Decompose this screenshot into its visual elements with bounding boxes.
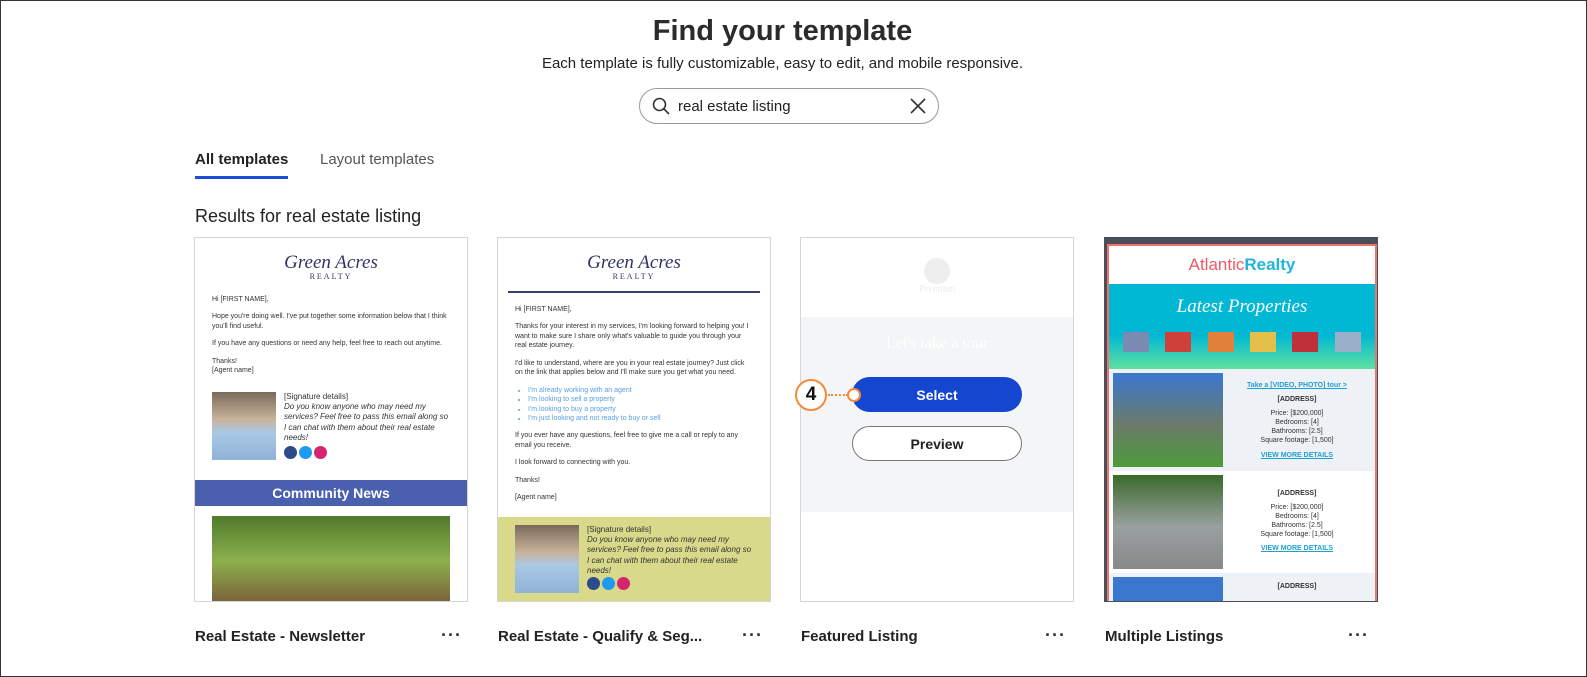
page-title: Find your template	[652, 15, 913, 47]
community-news-banner: Community News	[195, 479, 467, 506]
clear-search-icon[interactable]	[910, 98, 926, 114]
template-card-newsletter[interactable]: Green Acres REALTY Hi [FIRST NAME], Hope …	[194, 237, 468, 602]
body-text: If you ever have any questions, feel fre…	[515, 432, 738, 449]
ellipsis-icon[interactable]: ···	[1045, 625, 1066, 646]
results-heading: Results for real estate listing	[195, 206, 422, 226]
listing-row: [ADDRESS] Price: [$200,000] Bedrooms: [4]…	[1109, 471, 1375, 573]
body-text: Hope you're doing well. I've put togethe…	[212, 313, 447, 330]
search-box[interactable]	[639, 88, 939, 124]
sig-title: [Signature details]	[587, 524, 652, 534]
signature-section: [Signature details] Do you know anyone wh…	[498, 516, 770, 601]
signature: [Signature details] Do you know anyone wh…	[212, 391, 450, 462]
address: [ADDRESS]	[1277, 490, 1317, 497]
greeting: Hi [FIRST NAME],	[515, 306, 572, 313]
link-item[interactable]: I'm looking to buy a property	[528, 405, 753, 414]
template-card-multiple-listings[interactable]: AtlanticRealty Latest Properties Take a …	[1104, 237, 1378, 602]
step-pointer	[847, 388, 861, 402]
card-name[interactable]: Multiple Listings	[1105, 628, 1223, 645]
step-connector	[828, 394, 848, 396]
atlantic-realty-logo: AtlanticRealty	[1188, 255, 1296, 274]
select-button[interactable]: Select	[852, 377, 1022, 412]
sqft: Square footage: [1,500]	[1260, 531, 1334, 539]
greeting: Hi [FIRST NAME],	[212, 296, 269, 303]
bathrooms: Bathrooms: [2.5]	[1271, 522, 1323, 530]
twitter-icon	[299, 445, 312, 459]
agent-photo	[515, 524, 579, 593]
twitter-icon	[602, 576, 615, 590]
link-item[interactable]: I'm just looking and not ready to buy or…	[528, 414, 753, 423]
body-text: I'd like to understand, where are you in…	[515, 359, 745, 377]
card-name[interactable]: Real Estate - Qualify & Seg...	[498, 628, 702, 645]
step-badge: 4	[795, 379, 827, 411]
page-subtitle: Each template is fully customizable, eas…	[541, 55, 1024, 72]
card-name[interactable]: Featured Listing	[801, 628, 918, 645]
search-input[interactable]	[678, 97, 910, 115]
price: Price: [$200,000]	[1270, 410, 1324, 418]
card-name[interactable]: Real Estate - Newsletter	[195, 628, 365, 645]
view-details-link[interactable]: VIEW MORE DETAILS	[1223, 544, 1371, 553]
facebook-icon	[284, 445, 297, 459]
tab-all-templates[interactable]: All templates	[195, 151, 289, 179]
green-acres-logo: Green Acres REALTY	[587, 252, 681, 281]
house-photo	[1113, 475, 1223, 569]
facebook-icon	[587, 576, 600, 590]
view-details-link[interactable]: VIEW MORE DETAILS	[1223, 451, 1371, 460]
bedrooms: Bedrooms: [4]	[1275, 419, 1319, 427]
sig-title: [Signature details]	[284, 391, 349, 401]
body-text: I look forward to connecting with you.	[515, 459, 631, 467]
divider	[508, 291, 760, 293]
instagram-icon	[617, 576, 630, 590]
bedrooms: Bedrooms: [4]	[1275, 513, 1319, 521]
agent-name: [Agent name]	[212, 367, 254, 375]
price: Price: [$200,000]	[1270, 504, 1324, 512]
link-item[interactable]: I'm looking to sell a property	[528, 395, 753, 404]
faded-logo-icon	[924, 258, 950, 284]
instagram-icon	[314, 445, 327, 459]
tab-layout-templates[interactable]: Layout templates	[320, 151, 434, 176]
template-card-qualify[interactable]: Green Acres REALTY Hi [FIRST NAME], Thank…	[497, 237, 771, 602]
green-acres-logo: Green Acres REALTY	[284, 252, 378, 281]
address: [ADDRESS]	[1277, 396, 1317, 404]
bathrooms: Bathrooms: [2.5]	[1271, 428, 1323, 436]
listing-row: Take a [VIDEO, PHOTO] tour > [ADDRESS] P…	[1109, 369, 1375, 471]
ellipsis-icon[interactable]: ···	[441, 625, 462, 646]
tour-link[interactable]: Take a [VIDEO, PHOTO] tour >	[1223, 381, 1371, 390]
body-text: If you have any questions or need any he…	[212, 340, 442, 348]
house-photo	[1113, 577, 1223, 601]
faded-hero: Let's take a tour	[801, 317, 1073, 512]
link-list: I'm already working with an agent I'm lo…	[528, 386, 753, 424]
sig-text: Do you know anyone who may need my servi…	[284, 402, 449, 443]
template-card-featured-listing[interactable]: Premium Let's take a tour	[800, 237, 1074, 602]
ellipsis-icon[interactable]: ···	[742, 625, 763, 646]
house-photo	[1113, 373, 1223, 467]
search-icon	[652, 97, 670, 115]
park-image	[212, 515, 450, 601]
latest-properties-banner: Latest Properties	[1109, 284, 1375, 369]
ellipsis-icon[interactable]: ···	[1348, 625, 1369, 646]
address: [ADDRESS]	[1277, 583, 1317, 590]
thanks: Thanks!	[212, 357, 237, 365]
agent-photo	[212, 391, 276, 460]
sig-text: Do you know anyone who may need my servi…	[587, 534, 752, 576]
sqft: Square footage: [1,500]	[1260, 437, 1334, 445]
faded-logo: Premium	[918, 284, 956, 295]
body-text: Thanks for your interest in my services,…	[515, 323, 749, 350]
agent-name: [Agent name]	[515, 494, 557, 502]
link-item[interactable]: I'm already working with an agent	[528, 386, 753, 395]
preview-button[interactable]: Preview	[852, 426, 1022, 461]
thanks: Thanks!	[515, 476, 540, 484]
